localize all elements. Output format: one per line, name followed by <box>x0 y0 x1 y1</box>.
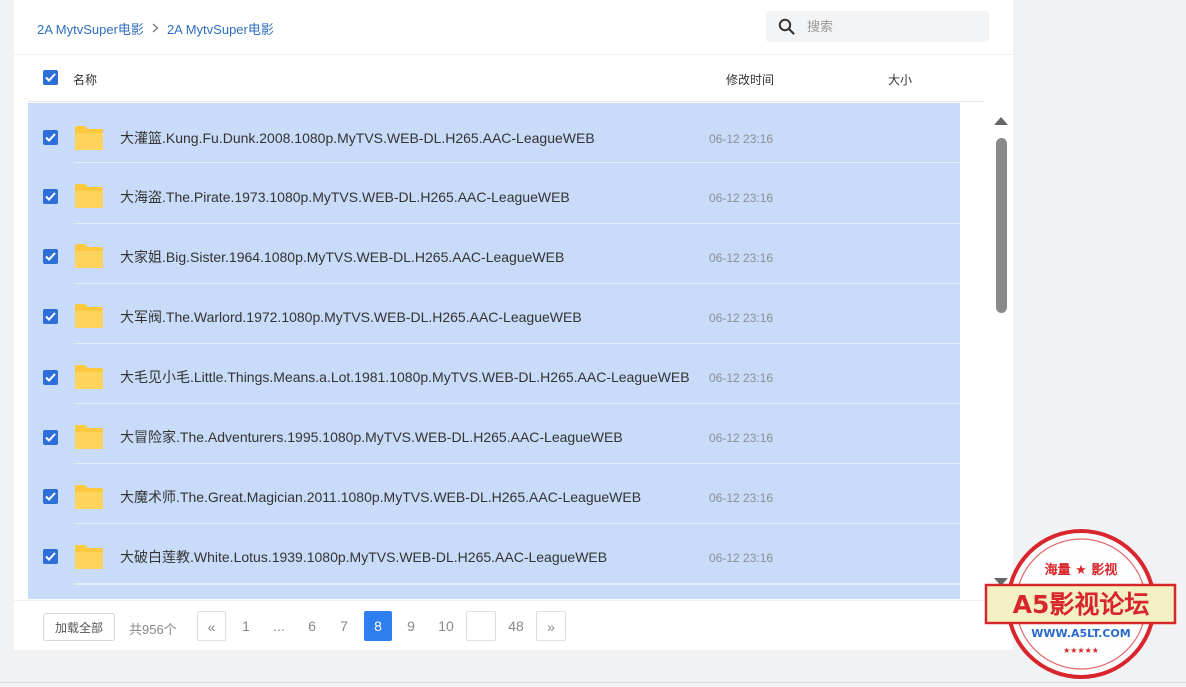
file-browser-panel: 2A MytvSuper电影 2A MytvSuper电影 名称 修改时间 大小… <box>14 0 1013 650</box>
prev-page-button[interactable]: « <box>197 611 226 641</box>
check-icon <box>45 73 56 82</box>
file-row[interactable]: 大冒险家.The.Adventurers.1995.1080p.MyTVS.WE… <box>28 404 960 464</box>
file-mtime: 06-12 23:16 <box>709 491 774 505</box>
folder-icon <box>75 365 103 389</box>
file-name[interactable]: 大破白莲教.White.Lotus.1939.1080p.MyTVS.WEB-D… <box>120 548 690 566</box>
check-icon <box>45 252 56 261</box>
breadcrumb-item-current[interactable]: 2A MytvSuper电影 <box>167 19 274 38</box>
file-list: 大灌篮.Kung.Fu.Dunk.2008.1080p.MyTVS.WEB-DL… <box>28 103 960 599</box>
top-bar: 2A MytvSuper电影 2A MytvSuper电影 <box>14 0 1013 55</box>
column-header-name[interactable]: 名称 <box>73 71 97 88</box>
file-row[interactable] <box>28 584 960 599</box>
window-bottom-border <box>0 682 1186 683</box>
table-header: 名称 修改时间 大小 <box>28 55 984 102</box>
page-jump-input[interactable] <box>466 611 496 641</box>
row-checkbox[interactable] <box>43 130 58 145</box>
row-divider <box>74 584 960 585</box>
file-name[interactable]: 大灌篮.Kung.Fu.Dunk.2008.1080p.MyTVS.WEB-DL… <box>120 129 690 147</box>
row-checkbox[interactable] <box>43 189 58 204</box>
folder-icon <box>75 304 103 328</box>
scrollbar-thumb[interactable] <box>996 138 1007 313</box>
row-checkbox[interactable] <box>43 489 58 504</box>
check-icon <box>45 433 56 442</box>
folder-icon <box>75 244 103 268</box>
page-9[interactable]: 9 <box>399 611 423 641</box>
file-row[interactable]: 大灌篮.Kung.Fu.Dunk.2008.1080p.MyTVS.WEB-DL… <box>28 103 960 163</box>
row-divider <box>74 162 960 163</box>
file-row[interactable]: 大毛见小毛.Little.Things.Means.a.Lot.1981.108… <box>28 344 960 404</box>
file-mtime: 06-12 23:16 <box>709 251 774 265</box>
page-8-current[interactable]: 8 <box>364 611 392 641</box>
file-name[interactable]: 大魔术师.The.Great.Magician.2011.1080p.MyTVS… <box>120 488 690 506</box>
chevron-right-icon <box>152 21 159 36</box>
page-1[interactable]: 1 <box>234 611 258 641</box>
breadcrumb: 2A MytvSuper电影 2A MytvSuper电影 <box>37 19 274 38</box>
file-name[interactable]: 大冒险家.The.Adventurers.1995.1080p.MyTVS.WE… <box>120 428 690 446</box>
page-6[interactable]: 6 <box>300 611 324 641</box>
total-count: 共956个 <box>129 622 177 637</box>
file-row[interactable]: 大军阀.The.Warlord.1972.1080p.MyTVS.WEB-DL.… <box>28 284 960 344</box>
folder-icon <box>75 425 103 449</box>
file-row[interactable]: 大家姐.Big.Sister.1964.1080p.MyTVS.WEB-DL.H… <box>28 224 960 284</box>
stamp-top-text: 海量 ★ 影视 <box>1045 562 1118 578</box>
check-icon <box>45 373 56 382</box>
file-row[interactable]: 大魔术师.The.Great.Magician.2011.1080p.MyTVS… <box>28 464 960 524</box>
page-48[interactable]: 48 <box>503 611 529 641</box>
folder-icon <box>75 184 103 208</box>
file-name[interactable]: 大海盗.The.Pirate.1973.1080p.MyTVS.WEB-DL.H… <box>120 188 690 206</box>
file-mtime: 06-12 23:16 <box>709 191 774 205</box>
file-mtime: 06-12 23:16 <box>709 371 774 385</box>
row-checkbox[interactable] <box>43 430 58 445</box>
file-row[interactable]: 大海盗.The.Pirate.1973.1080p.MyTVS.WEB-DL.H… <box>28 164 960 224</box>
check-icon <box>45 312 56 321</box>
column-header-size[interactable]: 大小 <box>888 71 912 88</box>
file-mtime: 06-12 23:16 <box>709 551 774 565</box>
file-mtime: 06-12 23:16 <box>709 132 774 146</box>
check-icon <box>45 492 56 501</box>
file-row[interactable]: 大破白莲教.White.Lotus.1939.1080p.MyTVS.WEB-D… <box>28 524 960 584</box>
pagination-bar: 加载全部 共956个 « 1 ... 6 7 8 9 10 48 » <box>14 600 1013 651</box>
stamp-main-text: A5影视论坛 <box>1013 590 1150 619</box>
load-all-button[interactable]: 加载全部 <box>43 613 115 641</box>
next-page-button[interactable]: » <box>536 611 566 641</box>
stamp-stars-icon: ★★★★★ <box>1063 646 1099 655</box>
file-name[interactable]: 大毛见小毛.Little.Things.Means.a.Lot.1981.108… <box>120 368 690 386</box>
page-10[interactable]: 10 <box>431 611 461 641</box>
folder-icon <box>75 545 103 569</box>
scroll-up-arrow-icon[interactable] <box>993 116 1009 126</box>
breadcrumb-item-root[interactable]: 2A MytvSuper电影 <box>37 19 144 38</box>
check-icon <box>45 133 56 142</box>
search-icon <box>778 18 795 35</box>
folder-icon <box>75 126 103 150</box>
row-checkbox[interactable] <box>43 309 58 324</box>
column-header-mtime[interactable]: 修改时间 <box>726 71 774 88</box>
folder-icon <box>75 485 103 509</box>
row-checkbox[interactable] <box>43 249 58 264</box>
page-7[interactable]: 7 <box>332 611 356 641</box>
row-checkbox[interactable] <box>43 549 58 564</box>
file-mtime: 06-12 23:16 <box>709 431 774 445</box>
search-box[interactable] <box>766 11 989 42</box>
page-ellipsis[interactable]: ... <box>266 611 292 641</box>
file-mtime: 06-12 23:16 <box>709 311 774 325</box>
select-all-checkbox[interactable] <box>43 70 58 85</box>
search-input[interactable] <box>805 18 979 35</box>
file-name[interactable]: 大军阀.The.Warlord.1972.1080p.MyTVS.WEB-DL.… <box>120 308 690 326</box>
check-icon <box>45 192 56 201</box>
file-name[interactable]: 大家姐.Big.Sister.1964.1080p.MyTVS.WEB-DL.H… <box>120 248 690 266</box>
stamp-url-text: WWW.A5LT.COM <box>1031 627 1130 640</box>
row-checkbox[interactable] <box>43 370 58 385</box>
watermark-stamp: 海量 ★ 影视 A5影视论坛 WWW.A5LT.COM ★★★★★ <box>980 525 1180 685</box>
check-icon <box>45 552 56 561</box>
